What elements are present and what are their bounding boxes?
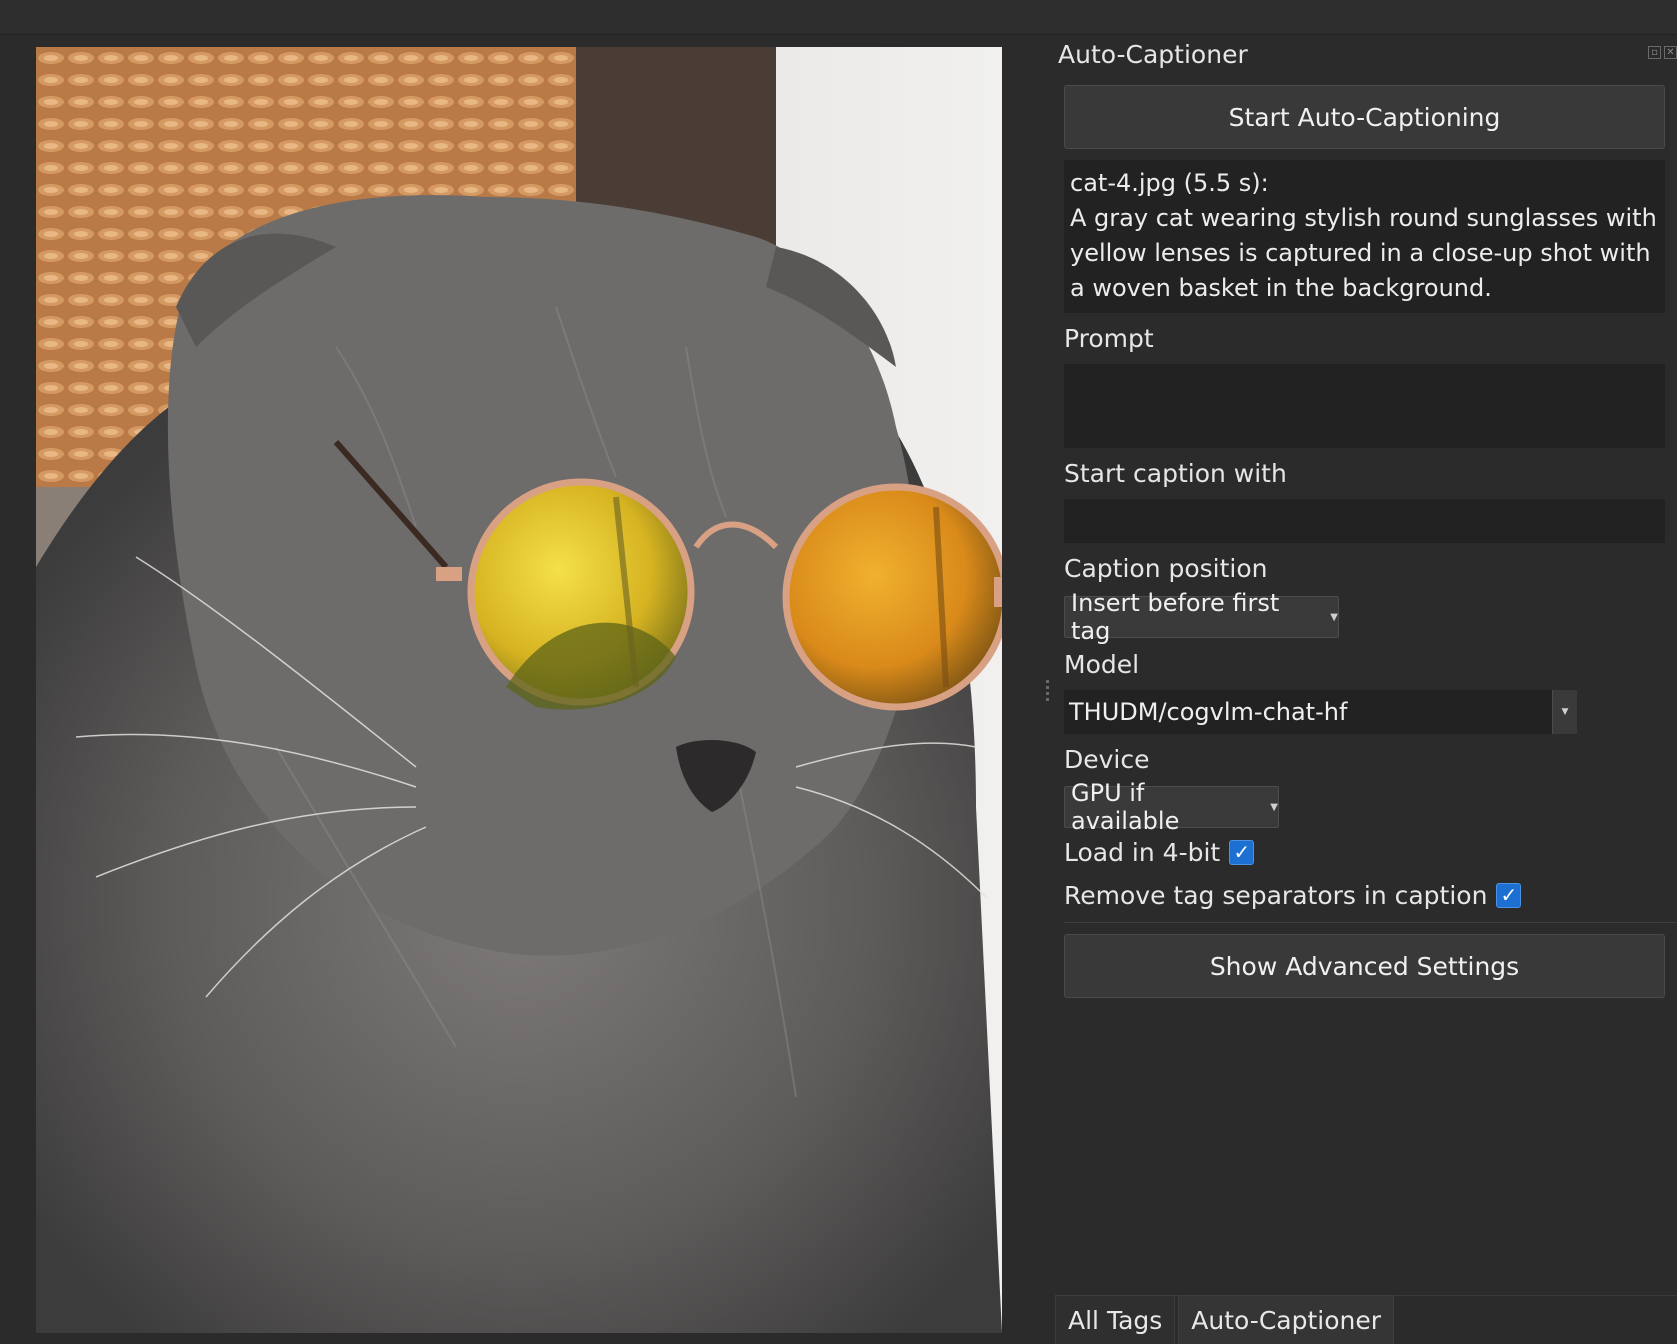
prompt-input[interactable] <box>1064 364 1665 448</box>
chevron-down-icon: ▼ <box>1270 801 1278 813</box>
caption-position-label: Caption position <box>1064 554 1268 583</box>
image-viewer[interactable] <box>36 47 1002 1333</box>
device-value: GPU if available <box>1071 779 1180 835</box>
load-4bit-label: Load in 4-bit <box>1064 838 1221 867</box>
remove-separators-label: Remove tag separators in caption <box>1064 881 1488 910</box>
tab-auto-captioner[interactable]: Auto-Captioner <box>1178 1295 1395 1344</box>
caption-position-value: Insert before first tag <box>1071 589 1280 645</box>
model-dropdown-button[interactable]: ▼ <box>1552 690 1577 734</box>
caption-position-select[interactable]: Insert before first tag ▼ <box>1064 589 1339 645</box>
panel-splitter-handle[interactable] <box>1046 680 1050 708</box>
checkmark-icon: ✓ <box>1500 883 1518 907</box>
load-4bit-row: Load in 4-bit ✓ <box>1064 838 1255 867</box>
checkmark-icon: ✓ <box>1233 840 1251 864</box>
start-auto-captioning-button[interactable]: Start Auto-Captioning <box>1064 85 1665 149</box>
load-4bit-checkbox[interactable]: ✓ <box>1229 840 1255 865</box>
caption-result-header: cat-4.jpg (5.5 s): <box>1070 169 1269 197</box>
divider <box>1064 922 1677 923</box>
dock-title: Auto-Captioner <box>1058 40 1248 69</box>
model-combobox[interactable]: THUDM/cogvlm-chat-hf ▼ <box>1064 690 1577 734</box>
close-icon[interactable]: ✕ <box>1664 46 1677 59</box>
chevron-down-icon: ▼ <box>1330 611 1338 623</box>
prompt-label: Prompt <box>1064 324 1154 353</box>
device-label: Device <box>1064 745 1150 774</box>
caption-result-text: A gray cat wearing stylish round sunglas… <box>1070 204 1657 302</box>
cat-image <box>36 47 1002 1333</box>
remove-separators-checkbox[interactable]: ✓ <box>1496 883 1522 908</box>
model-label: Model <box>1064 650 1140 679</box>
auto-captioner-dock: Auto-Captioner ▫ ✕ Start Auto-Captioning… <box>1058 34 1677 1344</box>
show-advanced-settings-button[interactable]: Show Advanced Settings <box>1064 934 1665 998</box>
float-icon[interactable]: ▫ <box>1648 46 1661 59</box>
dock-tab-bar: All Tags Auto-Captioner <box>1055 1295 1397 1344</box>
remove-separators-row: Remove tag separators in caption ✓ <box>1064 881 1522 910</box>
tab-all-tags[interactable]: All Tags <box>1055 1295 1176 1344</box>
device-select[interactable]: GPU if available ▼ <box>1064 779 1279 835</box>
model-value: THUDM/cogvlm-chat-hf <box>1069 698 1348 726</box>
start-caption-with-label: Start caption with <box>1064 459 1287 488</box>
top-toolbar <box>0 0 1677 35</box>
start-caption-with-input[interactable] <box>1064 499 1665 543</box>
dock-controls: ▫ ✕ <box>1648 46 1677 59</box>
chevron-down-icon: ▼ <box>1561 707 1569 717</box>
caption-result-box[interactable]: cat-4.jpg (5.5 s): A gray cat wearing st… <box>1064 160 1665 313</box>
